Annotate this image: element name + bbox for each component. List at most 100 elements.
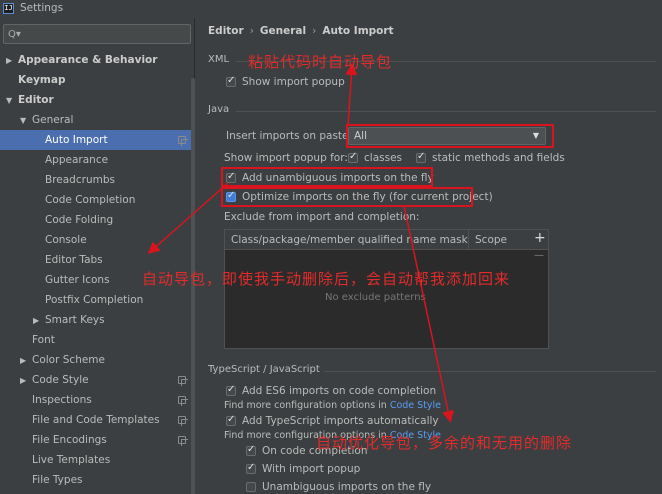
title-bar: IJ Settings [0, 0, 662, 16]
sidebar-item-file-types[interactable]: File Types [0, 470, 195, 490]
annotation-note-1: 粘贴代码时自动导包 [248, 53, 393, 71]
remove-icon[interactable]: — [534, 250, 544, 261]
sidebar-item-editor-tabs[interactable]: Editor Tabs [0, 250, 195, 270]
sidebar-item-label: General [32, 114, 74, 126]
window-title: Settings [20, 2, 64, 14]
sidebar-item-label: File Types [32, 474, 83, 486]
sidebar-item-label: Auto Import [45, 134, 108, 146]
search-icon: Q▾ [8, 28, 21, 40]
sidebar-item-label: File and Code Templates [32, 414, 160, 426]
breadcrumb-editor: Editor [208, 25, 244, 37]
sidebar-item-auto-import[interactable]: Auto Import [0, 130, 195, 150]
sidebar-item-inspections[interactable]: Inspections [0, 390, 195, 410]
sidebar-item-label: Code Folding [45, 214, 114, 226]
add-ts-option[interactable]: Add TypeScript imports automatically [226, 414, 439, 427]
exclude-table[interactable]: Class/package/member qualified name mask… [224, 229, 549, 349]
java-section-label: Java [208, 104, 230, 115]
chevron-right-icon[interactable]: ▶ [33, 316, 45, 325]
add-unambiguous-highlight [221, 167, 433, 187]
unambiguous-fly-label: Unambiguous imports on the fly [262, 481, 432, 493]
static-checkbox[interactable] [416, 151, 426, 163]
sidebar-item-file-and-code-templates[interactable]: File and Code Templates [0, 410, 195, 430]
sidebar-item-breadcrumbs[interactable]: Breadcrumbs [0, 170, 195, 190]
sidebar-item-smart-keys[interactable]: ▶ Smart Keys [0, 310, 195, 330]
project-scope-icon [178, 396, 188, 406]
sidebar-item-appearance-behavior[interactable]: ▶ Appearance & Behavior [0, 50, 195, 70]
add-es6-label: Add ES6 imports on code completion [242, 385, 437, 397]
breadcrumb-general: General [259, 25, 307, 37]
table-col-mask[interactable]: Class/package/member qualified name mask [225, 230, 469, 249]
xml-show-import-popup-label: Show import popup [242, 76, 345, 88]
sidebar-item-label: File Encodings [32, 434, 107, 446]
table-empty-text: No exclude patterns [325, 292, 426, 303]
sidebar-item-label: Postfix Completion [45, 294, 144, 306]
chevron-right-icon[interactable]: ▶ [20, 356, 32, 365]
sidebar-item-label: Console [45, 234, 87, 246]
add-es6-checkbox[interactable] [226, 384, 236, 396]
sidebar-item-label: Color Scheme [32, 354, 105, 366]
xml-section-label: XML [208, 54, 230, 65]
sidebar-item-editor[interactable]: ▼ Editor [0, 90, 195, 110]
settings-sidebar: Q▾ ▶ Appearance & Behavior Keymap ▼ Editor ▼ G… [0, 18, 195, 494]
show-popup-for-label: Show import popup for: [224, 152, 348, 164]
sidebar-item-file-encodings[interactable]: File Encodings [0, 430, 195, 450]
classes-option[interactable]: classes [348, 151, 402, 164]
add-es6-option[interactable]: Add ES6 imports on code completion [226, 384, 437, 397]
sidebar-item-appearance[interactable]: Appearance [0, 150, 195, 170]
search-box[interactable]: Q▾ [3, 24, 191, 44]
sidebar-item-label: Inspections [32, 394, 92, 406]
sidebar-item-code-completion[interactable]: Code Completion [0, 190, 195, 210]
chevron-down-icon[interactable]: ▼ [20, 116, 32, 125]
chevron-right-icon[interactable]: ▶ [6, 56, 18, 65]
sidebar-item-color-scheme[interactable]: ▶ Color Scheme [0, 350, 195, 370]
add-icon[interactable]: + [534, 230, 546, 246]
code-style-link-1[interactable]: Code Style [390, 400, 441, 411]
sidebar-item-font[interactable]: Font [0, 330, 195, 350]
on-code-completion-checkbox[interactable] [246, 444, 256, 456]
ts-section-label: TypeScript / JavaScript [208, 364, 320, 375]
project-scope-icon [178, 136, 188, 146]
chevron-down-icon[interactable]: ▼ [6, 96, 18, 105]
classes-label: classes [364, 152, 402, 164]
sidebar-item-live-templates[interactable]: Live Templates [0, 450, 195, 470]
optimize-imports-highlight [221, 187, 473, 207]
with-import-popup-checkbox[interactable] [246, 462, 256, 474]
project-scope-icon [178, 416, 188, 426]
breadcrumb: Editor › General › Auto Import [208, 25, 394, 37]
unambiguous-fly-option[interactable]: Unambiguous imports on the fly [246, 481, 431, 493]
breadcrumb-separator: › [312, 25, 317, 37]
xml-show-import-popup[interactable]: Show import popup [226, 75, 345, 88]
sidebar-item-code-style[interactable]: ▶ Code Style [0, 370, 195, 390]
xml-show-import-popup-checkbox[interactable] [226, 75, 236, 87]
static-label: static methods and fields [432, 152, 565, 164]
breadcrumb-separator: › [249, 25, 254, 37]
project-scope-icon [178, 376, 188, 386]
table-col-scope[interactable]: Scope [469, 234, 507, 246]
sidebar-item-postfix-completion[interactable]: Postfix Completion [0, 290, 195, 310]
with-import-popup-option[interactable]: With import popup [246, 462, 360, 475]
add-ts-checkbox[interactable] [226, 414, 236, 426]
sidebar-item-label: Smart Keys [45, 314, 105, 326]
static-option[interactable]: static methods and fields [416, 151, 565, 164]
sidebar-item-label: Appearance & Behavior [18, 54, 158, 66]
sidebar-item-console[interactable]: Console [0, 230, 195, 250]
project-scope-icon [178, 436, 188, 446]
exclude-label: Exclude from import and completion: [224, 211, 420, 223]
sidebar-item-label: Editor [18, 94, 54, 106]
unambiguous-fly-checkbox[interactable] [246, 482, 256, 492]
exclude-table-header: Class/package/member qualified name mask… [225, 230, 548, 250]
settings-content: Editor › General › Auto Import XML Show … [196, 18, 662, 494]
sidebar-item-label: Font [32, 334, 55, 346]
search-input[interactable] [22, 28, 182, 40]
java-separator [236, 111, 656, 112]
chevron-right-icon[interactable]: ▶ [20, 376, 32, 385]
sidebar-item-label: Code Completion [45, 194, 136, 206]
sidebar-item-code-folding[interactable]: Code Folding [0, 210, 195, 230]
insert-imports-highlight [346, 124, 554, 148]
sidebar-item-keymap[interactable]: Keymap [0, 70, 195, 90]
sidebar-item-label: Appearance [45, 154, 109, 166]
annotation-note-3: 自动优化导包，多余的和无用的删除 [316, 434, 573, 452]
sidebar-item-general[interactable]: ▼ General [0, 110, 195, 130]
annotation-note-2: 自动导包，即使我手动删除后，会自动帮我添加回来 [142, 270, 511, 288]
classes-checkbox[interactable] [348, 151, 358, 163]
